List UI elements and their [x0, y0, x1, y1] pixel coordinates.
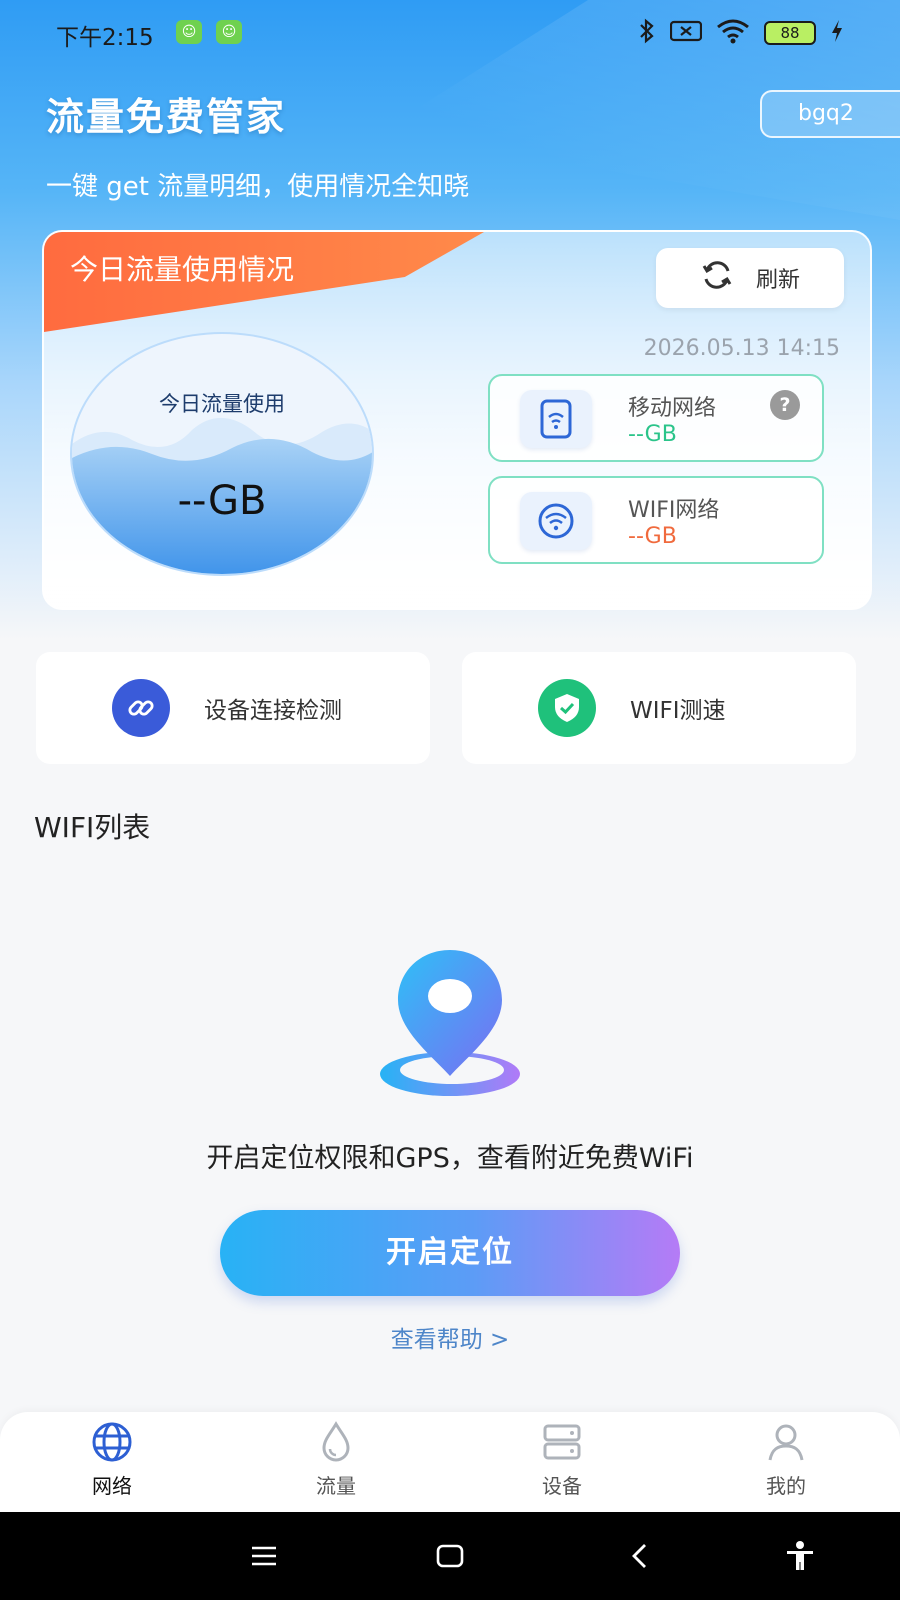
- device-connection-check-button[interactable]: 设备连接检测: [36, 652, 430, 764]
- app-title: 流量免费管家: [46, 95, 287, 139]
- status-icons: 88: [638, 18, 844, 48]
- nav-tab-mine[interactable]: 我的: [726, 1420, 846, 1499]
- menu-icon[interactable]: [242, 1534, 286, 1578]
- link-icon: [112, 679, 170, 737]
- sim-off-icon: [669, 19, 703, 47]
- enable-location-button[interactable]: 开启定位: [220, 1210, 680, 1296]
- refresh-button[interactable]: 刷新: [656, 248, 844, 308]
- drop-icon: [322, 1421, 350, 1462]
- nav-label-devices: 设备: [542, 1474, 582, 1498]
- system-nav-bar: [0, 1512, 900, 1600]
- notification-app-icon: ☺: [176, 20, 202, 44]
- wifi-network-box[interactable]: WIFI网络 --GB: [488, 476, 824, 564]
- wifi-network-icon: [520, 492, 592, 550]
- location-permission-prompt: 开启定位权限和GPS，查看附近免费WiFi: [206, 1143, 694, 1174]
- home-icon[interactable]: [428, 1534, 472, 1578]
- charging-icon: [830, 19, 844, 47]
- user-icon: [768, 1424, 804, 1461]
- mobile-network-box[interactable]: 移动网络 --GB ?: [488, 374, 824, 462]
- wifi-network-value: --GB: [628, 524, 677, 549]
- gauge-label: 今日流量使用: [159, 392, 285, 416]
- view-help-link[interactable]: 查看帮助 >: [0, 1320, 900, 1354]
- gauge-value: --GB: [177, 478, 267, 524]
- wifi-signal-icon: [716, 18, 750, 48]
- nav-tab-traffic[interactable]: 流量: [276, 1420, 396, 1499]
- mobile-network-name: 移动网络: [628, 396, 717, 421]
- mobile-network-icon: [520, 390, 592, 448]
- nav-label-traffic: 流量: [316, 1474, 356, 1498]
- location-pin-icon: [378, 946, 522, 1100]
- wifi-network-name: WIFI网络: [628, 498, 720, 523]
- nav-tab-network[interactable]: 网络: [52, 1420, 172, 1499]
- server-icon: [543, 1424, 581, 1460]
- status-time: 下午2:15: [56, 25, 154, 51]
- gauge-wave: [72, 417, 372, 574]
- app-subtitle: 一键 get 流量明细，使用情况全知晓: [46, 172, 470, 202]
- refresh-label: 刷新: [755, 268, 800, 293]
- update-timestamp: 2026.05.13 14:15: [643, 336, 840, 361]
- back-icon[interactable]: [618, 1534, 662, 1578]
- globe-icon: [92, 1422, 132, 1462]
- wifi-list-title: WIFI列表: [34, 811, 151, 844]
- mobile-network-value: --GB: [628, 422, 677, 447]
- bottom-nav: 网络 流量 设备 我的: [0, 1412, 900, 1512]
- accessibility-icon[interactable]: [778, 1534, 822, 1578]
- device-connection-check-label: 设备连接检测: [204, 698, 342, 724]
- nav-label-network: 网络: [92, 1474, 132, 1498]
- nav-tab-devices[interactable]: 设备: [502, 1420, 622, 1499]
- bluetooth-icon: [638, 18, 656, 48]
- notification-app-icon: ☺: [216, 20, 242, 44]
- usage-card: 今日流量使用情况 刷新 2026.05.13 14:15 今日流量使用 --GB…: [42, 230, 872, 610]
- battery-icon: 88: [764, 21, 816, 45]
- user-tag-button[interactable]: bgq2: [760, 90, 900, 138]
- refresh-icon: [700, 258, 734, 298]
- help-icon[interactable]: ?: [770, 390, 800, 420]
- shield-check-icon: [538, 679, 596, 737]
- usage-gauge: 今日流量使用 --GB: [70, 332, 374, 576]
- nav-label-mine: 我的: [766, 1474, 806, 1498]
- wifi-speed-test-button[interactable]: WIFI测速: [462, 652, 856, 764]
- status-bar: 下午2:15 ☺ ☺ 88: [0, 0, 900, 64]
- usage-card-title: 今日流量使用情况: [70, 253, 295, 286]
- wifi-speed-test-label: WIFI测速: [630, 698, 726, 724]
